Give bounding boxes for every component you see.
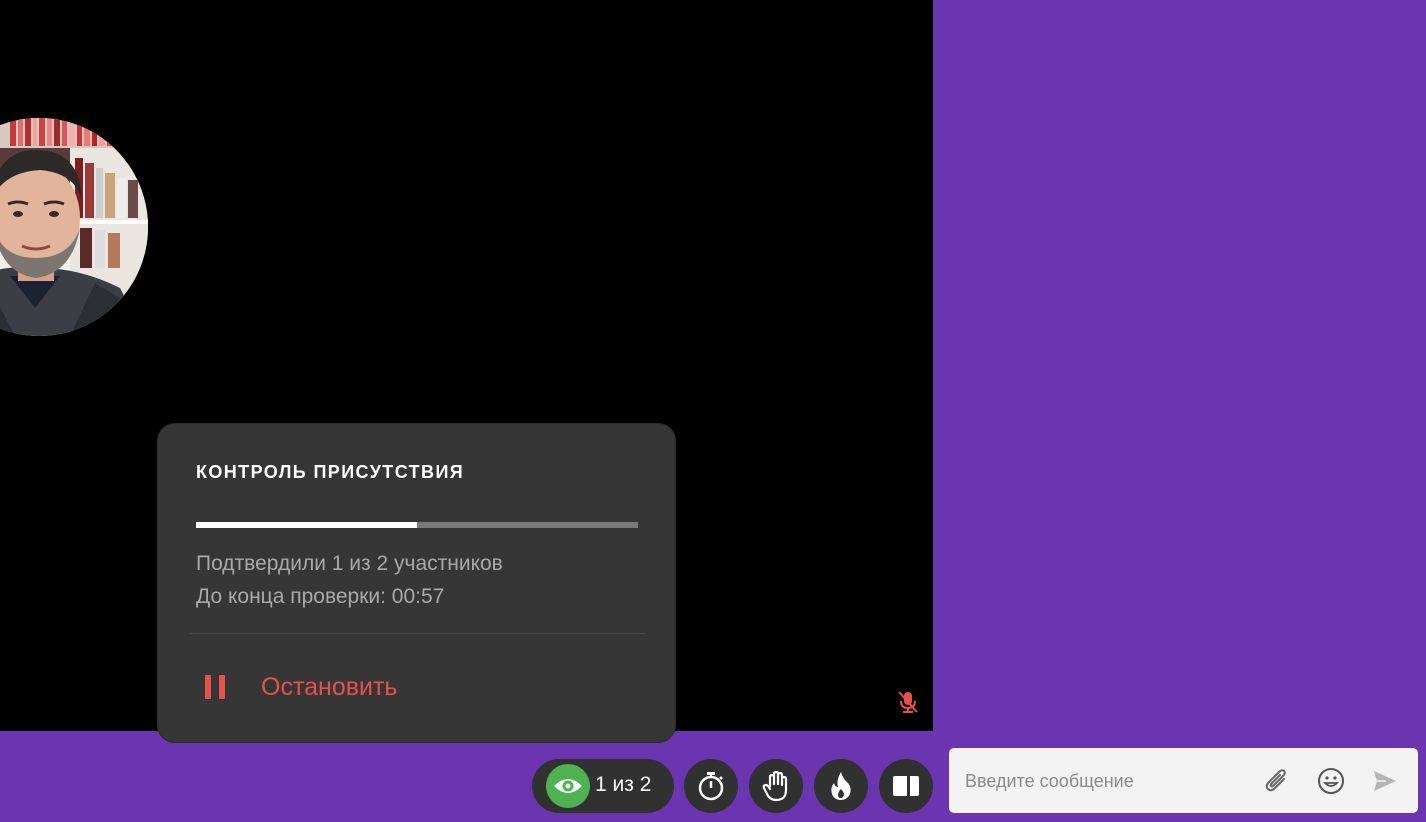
reactions-button[interactable] [814, 759, 868, 813]
timer-button[interactable] [684, 759, 738, 813]
layout-button[interactable] [879, 759, 933, 813]
layout-icon [893, 776, 919, 796]
chat-composer [949, 748, 1418, 813]
send-icon[interactable] [1370, 766, 1400, 796]
popup-divider [189, 633, 645, 634]
presence-control-popup: КОНТРОЛЬ ПРИСУТСТВИЯ Подтвердили 1 из 2 … [157, 423, 676, 743]
check-timer-text: До конца проверки: 00:57 [196, 585, 445, 608]
confirmed-count-text: Подтвердили 1 из 2 участников [196, 552, 503, 575]
stop-check-label: Остановить [261, 672, 398, 701]
presence-count-label: 1 из 2 [595, 773, 652, 796]
pause-icon [196, 675, 235, 699]
chat-message-input[interactable] [963, 764, 1257, 798]
participant-avatar[interactable] [0, 118, 148, 336]
popup-title: КОНТРОЛЬ ПРИСУТСТВИЯ [196, 462, 465, 482]
mic-muted-icon [897, 690, 919, 714]
emoji-icon[interactable] [1316, 766, 1346, 796]
fire-icon [831, 772, 851, 800]
stop-check-button[interactable]: Остановить [196, 664, 397, 710]
paperclip-icon[interactable] [1262, 766, 1292, 796]
raise-hand-button[interactable] [749, 759, 803, 813]
stopwatch-icon [698, 772, 724, 801]
eye-icon [546, 764, 590, 808]
presence-progress-fill [196, 522, 417, 528]
presence-progress-bar [196, 522, 638, 528]
hand-icon [762, 770, 788, 802]
presence-check-button[interactable]: 1 из 2 [532, 759, 674, 813]
